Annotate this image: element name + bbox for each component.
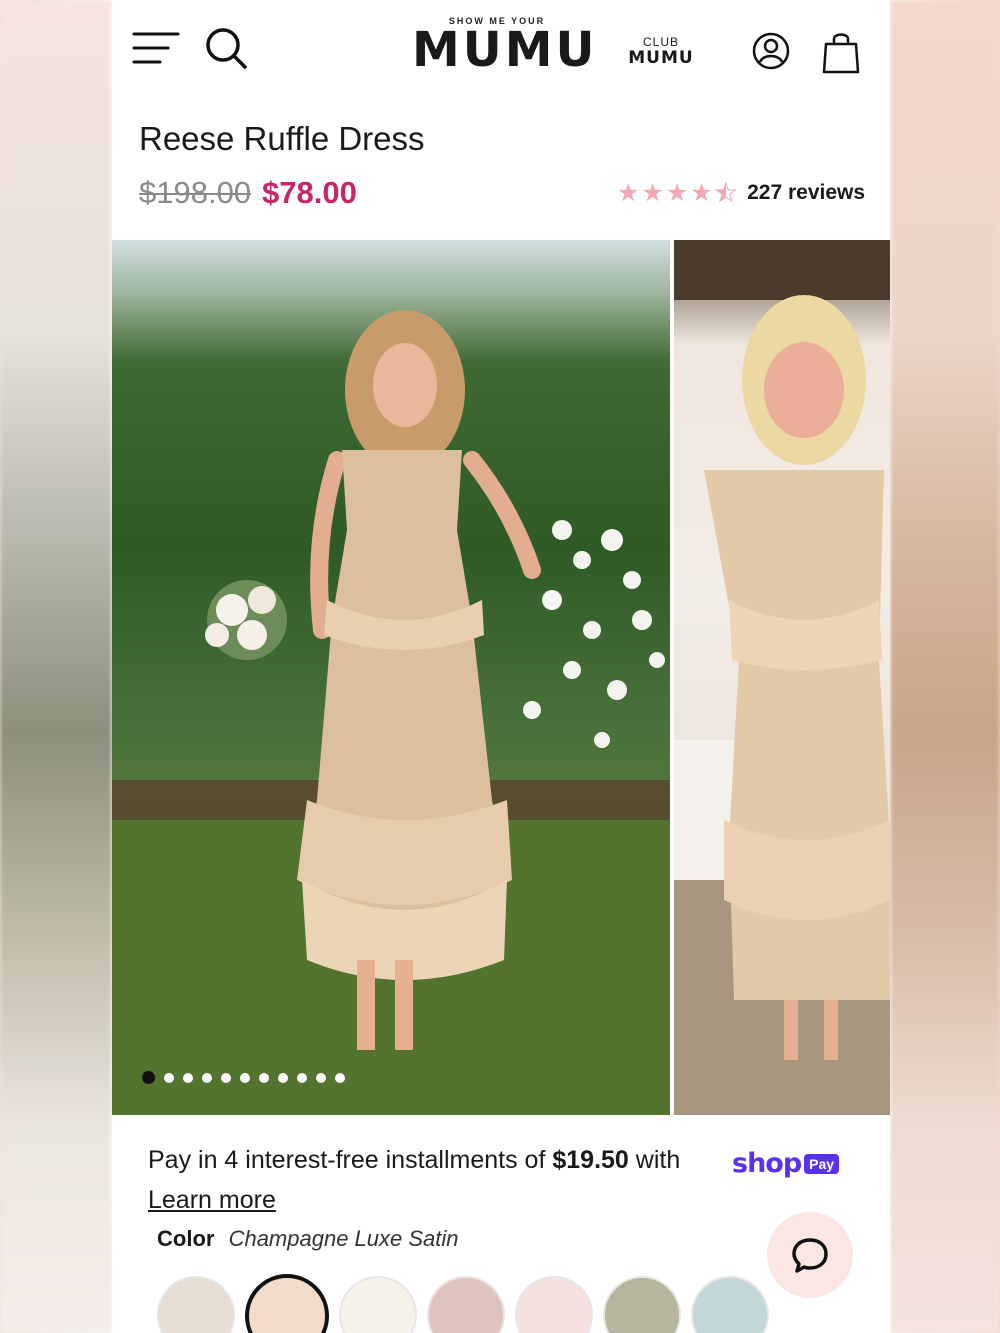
gallery-dot[interactable]	[240, 1072, 250, 1083]
gallery-dot[interactable]	[259, 1072, 269, 1083]
gallery-dot[interactable]	[183, 1072, 193, 1083]
color-swatch[interactable]	[603, 1276, 681, 1333]
gallery-dot[interactable]	[202, 1072, 212, 1083]
color-swatch[interactable]	[157, 1276, 235, 1333]
product-title: Reese Ruffle Dress	[139, 120, 425, 157]
product-photo-main[interactable]	[112, 240, 670, 1115]
star-icon: ★	[690, 179, 713, 207]
star-half-icon: ★	[714, 179, 738, 207]
background-right	[890, 0, 1000, 1333]
color-selector-label: Color Champagne Luxe Satin	[157, 1226, 459, 1252]
club-mumu-link[interactable]: CLUB MUMU	[627, 34, 695, 68]
account-icon[interactable]	[752, 32, 790, 70]
site-logo[interactable]: SHOW ME YOUR MUMU	[412, 16, 598, 78]
gallery-dot[interactable]	[297, 1072, 307, 1083]
gallery-dot[interactable]	[221, 1072, 231, 1083]
menu-icon[interactable]	[132, 30, 180, 66]
gallery-dot[interactable]	[335, 1072, 345, 1083]
search-icon[interactable]	[204, 26, 248, 70]
shop-pay-logo: shop Pay	[732, 1148, 840, 1179]
star-icon: ★	[641, 179, 664, 207]
installments-suffix: with	[628, 1146, 681, 1174]
logo-wordmark: MUMU	[412, 22, 598, 78]
installment-amount: $19.50	[552, 1146, 629, 1174]
installments-prefix: Pay in 4 interest-free installments of	[148, 1146, 553, 1174]
original-price: $198.00	[139, 175, 252, 210]
star-icon: ★	[665, 179, 689, 207]
color-swatch[interactable]	[339, 1276, 417, 1333]
learn-more-link[interactable]: Learn more	[148, 1186, 276, 1215]
gallery-pagination	[142, 1071, 345, 1084]
club-wordmark: MUMU	[628, 48, 694, 68]
product-page: SHOW ME YOUR MUMU CLUB MUMU Reese Ruffle…	[112, 0, 890, 1333]
product-gallery[interactable]	[112, 240, 890, 1115]
color-value: Champagne Luxe Satin	[228, 1226, 459, 1251]
star-rating: ★ ★ ★ ★ ★	[617, 179, 738, 207]
chat-icon	[792, 1238, 828, 1273]
color-swatch[interactable]	[515, 1276, 593, 1333]
color-label: Color	[157, 1226, 215, 1251]
color-swatch-selected[interactable]	[245, 1274, 329, 1333]
photo-illustration	[674, 240, 890, 1115]
reviews-count[interactable]: 227 reviews	[747, 181, 865, 205]
star-icon: ★	[617, 179, 640, 207]
product-photo-secondary[interactable]	[674, 240, 890, 1115]
background-left	[0, 0, 112, 1333]
sale-price: $78.00	[262, 175, 357, 210]
bag-icon[interactable]	[822, 30, 860, 74]
shop-pay-badge: Pay	[804, 1153, 840, 1174]
color-swatches	[157, 1274, 769, 1333]
product-rating[interactable]: ★ ★ ★ ★ ★ 227 reviews	[617, 179, 865, 207]
gallery-dot[interactable]	[142, 1071, 155, 1084]
installments-text: Pay in 4 interest-free installments of $…	[148, 1146, 680, 1175]
gallery-dot[interactable]	[278, 1072, 288, 1083]
photo-illustration	[112, 310, 670, 1115]
color-swatch[interactable]	[427, 1276, 505, 1333]
gallery-dot[interactable]	[164, 1072, 174, 1083]
site-header: SHOW ME YOUR MUMU CLUB MUMU	[112, 0, 890, 100]
chat-button[interactable]	[767, 1212, 853, 1298]
shop-pay-wordmark: shop	[732, 1148, 802, 1179]
color-swatch[interactable]	[691, 1276, 769, 1333]
gallery-dot[interactable]	[316, 1072, 326, 1083]
